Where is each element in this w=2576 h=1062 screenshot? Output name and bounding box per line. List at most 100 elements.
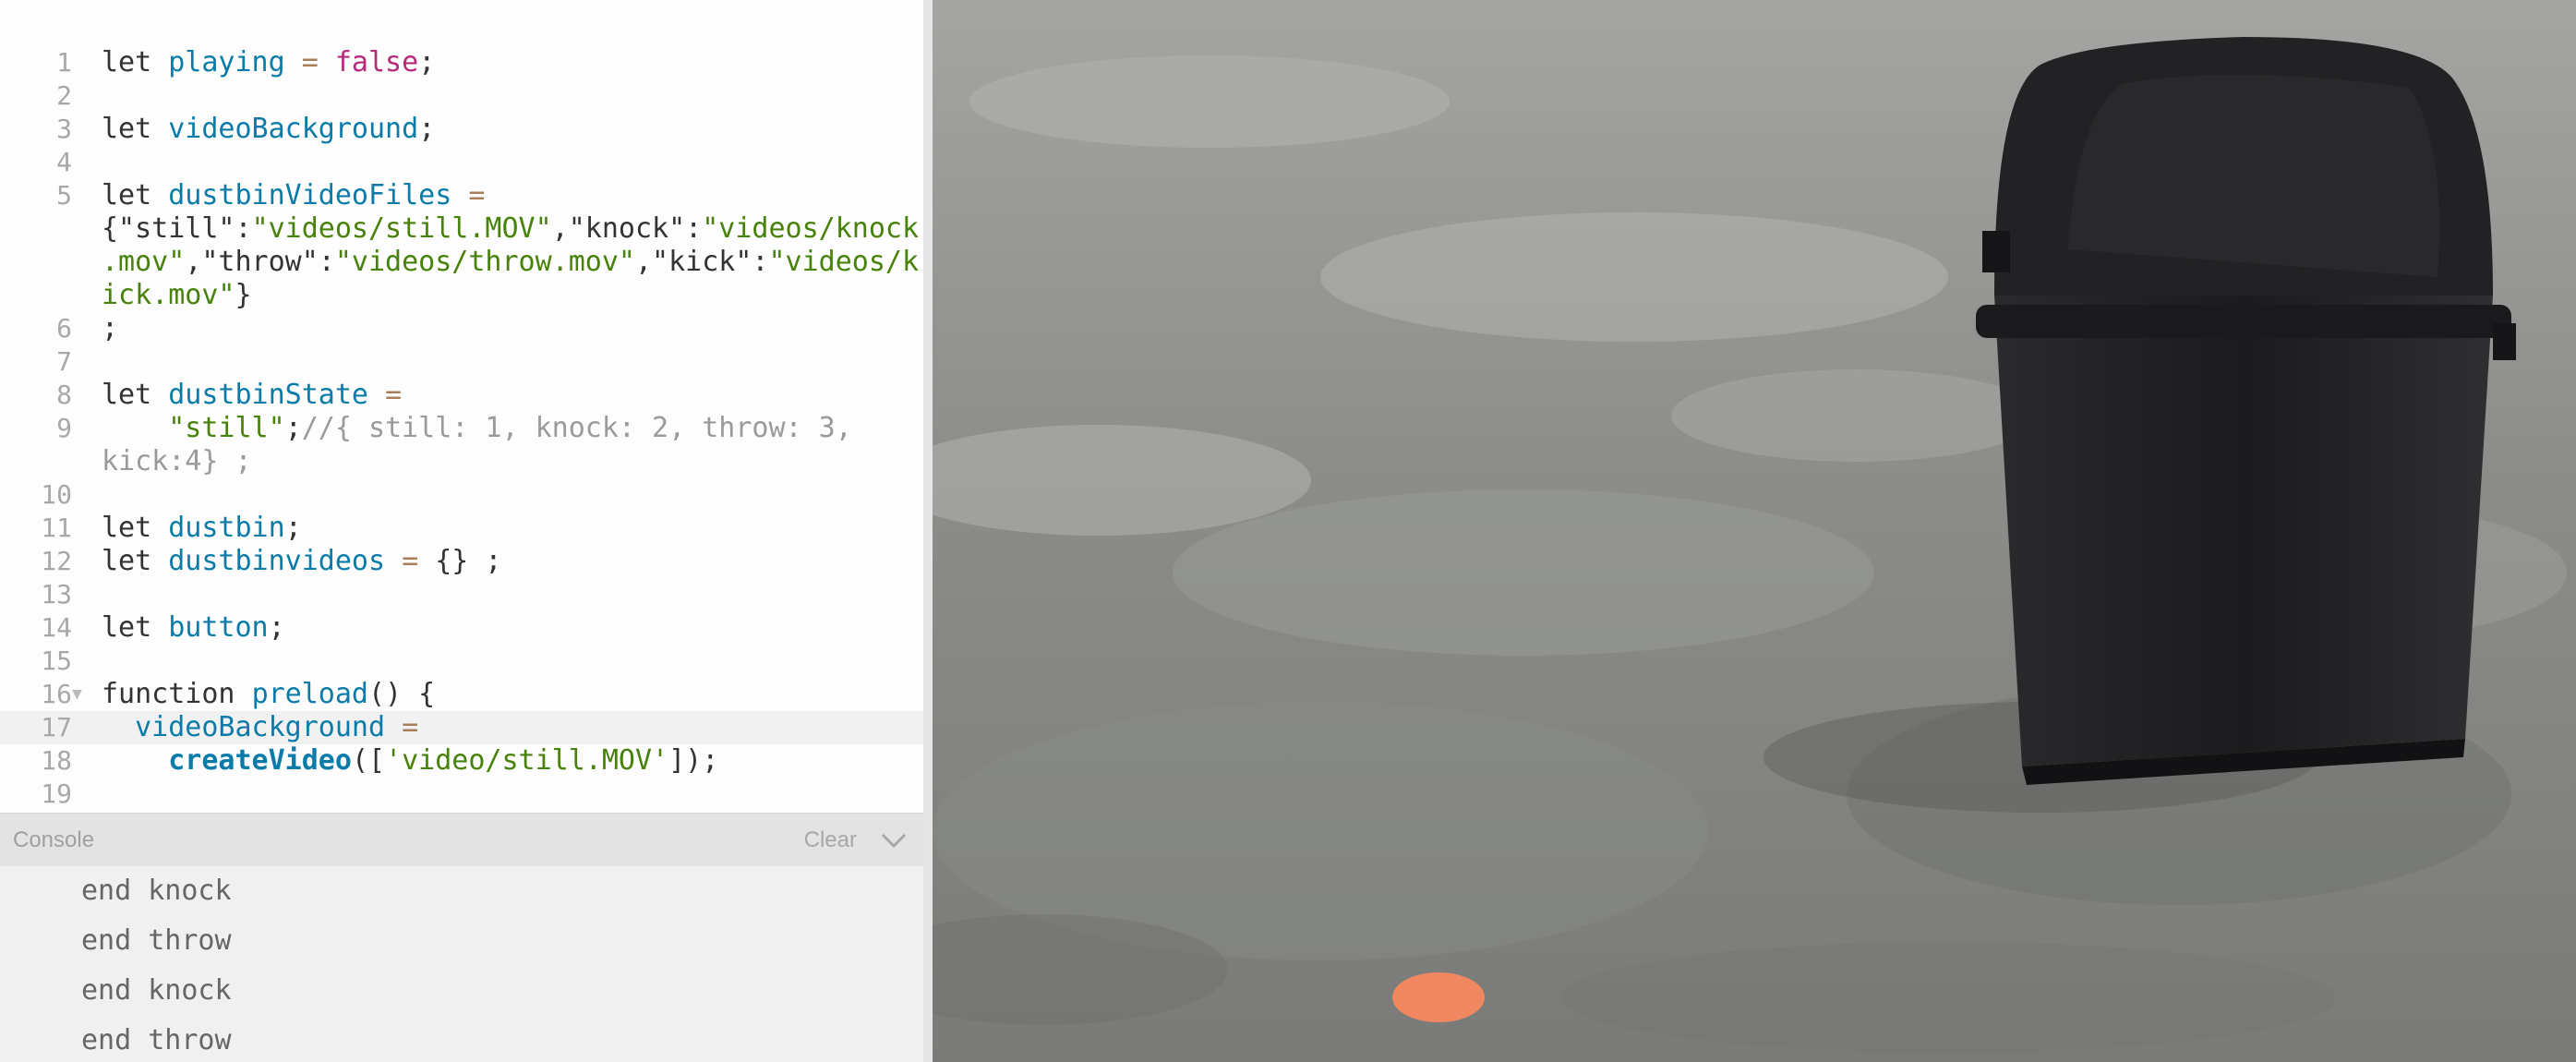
code-token: ,"kick": (634, 246, 769, 278)
code-token: function (102, 678, 252, 710)
editor-panel: 1 let playing = false; 2 3 let videoBackgrou… (0, 0, 923, 1062)
code-token: ,"knock": (551, 212, 703, 245)
code-token: //{ still: 1, knock: 2, throw: 3, (301, 412, 852, 444)
code-line[interactable]: 11 let dustbin; (0, 512, 923, 545)
code-token: kick:4} ; (102, 445, 252, 477)
line-number: 4 (56, 147, 72, 177)
code-text: let dustbin; (102, 512, 919, 545)
code-text: {"still":"videos/still.MOV","knock":"vid… (102, 212, 919, 246)
code-line[interactable]: 5 let dustbinVideoFiles = (0, 179, 923, 212)
code-line[interactable]: 7 (0, 345, 923, 379)
console-line: end knock (81, 974, 232, 1007)
code-token: .mov" (102, 246, 186, 278)
code-text: createVideo(['video/still.MOV']); (102, 744, 919, 778)
line-number: 13 (41, 579, 72, 609)
code-line[interactable]: {"still":"videos/still.MOV","knock":"vid… (0, 212, 923, 246)
code-text: let playing = false; (102, 46, 919, 79)
code-token: let (102, 113, 169, 145)
code-line[interactable]: 3 let videoBackground; (0, 113, 923, 146)
code-text: ick.mov"} (102, 279, 919, 312)
line-number: 2 (56, 80, 72, 111)
code-token: = (451, 179, 486, 211)
code-token: = (385, 545, 436, 577)
code-token: createVideo (168, 744, 352, 777)
code-line[interactable]: 15 (0, 645, 923, 678)
dustbin-object (1976, 37, 2516, 785)
code-line[interactable]: 9 "still";//{ still: 1, knock: 2, throw:… (0, 412, 923, 445)
code-token: ]); (668, 744, 719, 777)
code-text: let button; (102, 611, 919, 645)
orange-dot-marker (1392, 972, 1485, 1022)
code-token: ,"throw": (185, 246, 335, 278)
code-text: function preload() { (102, 678, 919, 711)
code-token: "still" (168, 412, 285, 444)
code-token: ; (418, 46, 436, 78)
code-token: = (368, 379, 403, 411)
line-number: 6 (56, 313, 72, 344)
code-line[interactable]: 14 let button; (0, 611, 923, 645)
code-text: let dustbinVideoFiles = (102, 179, 919, 212)
console-clear-button[interactable]: Clear (804, 814, 857, 867)
code-token: ([ (351, 744, 386, 777)
code-line[interactable]: 18 createVideo(['video/still.MOV']); (0, 744, 923, 778)
code-text: let videoBackground; (102, 113, 919, 146)
code-line[interactable]: 13 (0, 578, 923, 611)
code-token: button (168, 611, 269, 644)
code-line[interactable]: .mov","throw":"videos/throw.mov","kick":… (0, 246, 923, 279)
line-number: 8 (56, 380, 72, 410)
code-text: ; (102, 312, 919, 345)
code-line[interactable]: ick.mov"} (0, 279, 923, 312)
code-line[interactable]: 10 (0, 478, 923, 512)
code-token: videoBackground (135, 711, 386, 743)
code-token: let (102, 545, 169, 577)
code-line[interactable]: 19 (0, 778, 923, 811)
code-token: "videos/knock (702, 212, 920, 245)
code-line[interactable]: 8 let dustbinState = (0, 379, 923, 412)
console-output: end knock end throw end knock end throw (0, 866, 923, 1062)
code-token: ; (102, 312, 119, 344)
code-token: dustbin (168, 512, 285, 544)
code-token: let (102, 46, 169, 78)
line-number: 14 (41, 612, 72, 643)
line-number: 7 (56, 346, 72, 377)
code-token: ; (284, 412, 302, 444)
line-number: 17 (41, 712, 72, 742)
code-line[interactable]: 2 (0, 79, 923, 113)
code-line[interactable]: 17 videoBackground = (0, 711, 923, 744)
line-number: 15 (41, 646, 72, 676)
line-number: 16 (41, 679, 72, 709)
code-text: let dustbinvideos = {} ; (102, 545, 919, 578)
code-token: let (102, 512, 169, 544)
video-frame (933, 0, 2576, 1062)
code-line[interactable]: kick:4} ; (0, 445, 923, 478)
line-number: 12 (41, 546, 72, 576)
code-line[interactable]: 16 ▼ function preload() { (0, 678, 923, 711)
code-token: = (284, 46, 335, 78)
line-number: 19 (41, 778, 72, 809)
console-header: Console Clear (0, 813, 923, 867)
code-token: preload (251, 678, 368, 710)
code-line[interactable]: 1 let playing = false; (0, 46, 923, 79)
code-token: {"still": (102, 212, 252, 245)
code-token: dustbinvideos (168, 545, 386, 577)
console-line: end throw (81, 924, 232, 957)
code-editor[interactable]: 1 let playing = false; 2 3 let videoBackgrou… (0, 0, 923, 813)
fold-arrow-icon[interactable]: ▼ (72, 678, 85, 711)
line-number: 10 (41, 479, 72, 510)
line-number: 5 (56, 180, 72, 211)
chevron-down-icon[interactable] (877, 825, 910, 856)
line-number: 18 (41, 745, 72, 776)
code-line[interactable]: 6; (0, 312, 923, 345)
console-line: end knock (81, 875, 232, 907)
panel-divider[interactable] (923, 0, 933, 1062)
code-line[interactable]: 4 (0, 146, 923, 179)
code-token: playing (168, 46, 285, 78)
line-number: 3 (56, 114, 72, 144)
code-token: videoBackground (168, 113, 419, 145)
sketch-preview[interactable] (933, 0, 2576, 1062)
code-line[interactable]: 12 let dustbinvideos = {} ; (0, 545, 923, 578)
code-token: = (385, 711, 419, 743)
